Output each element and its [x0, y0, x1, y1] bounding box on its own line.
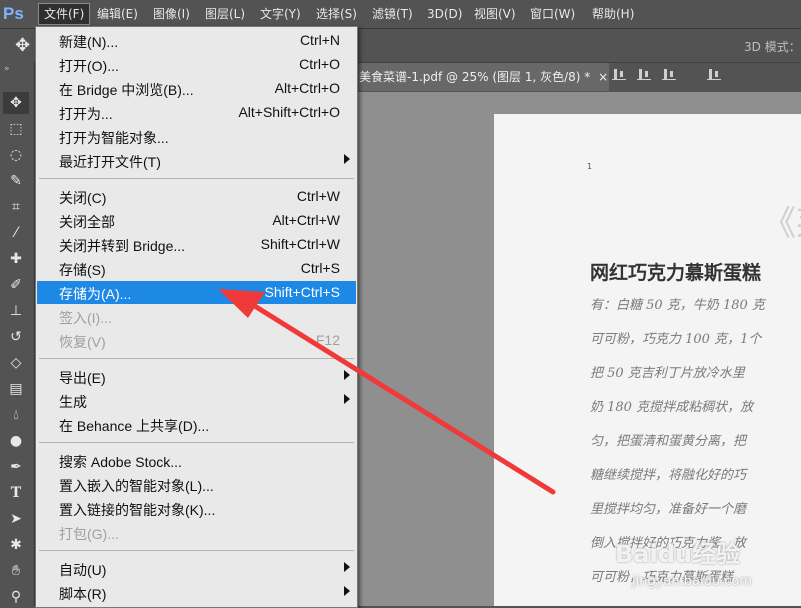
arrow-shaft: [242, 297, 556, 495]
red-annotation-arrow: [218, 289, 556, 495]
arrow-head: [218, 289, 265, 318]
